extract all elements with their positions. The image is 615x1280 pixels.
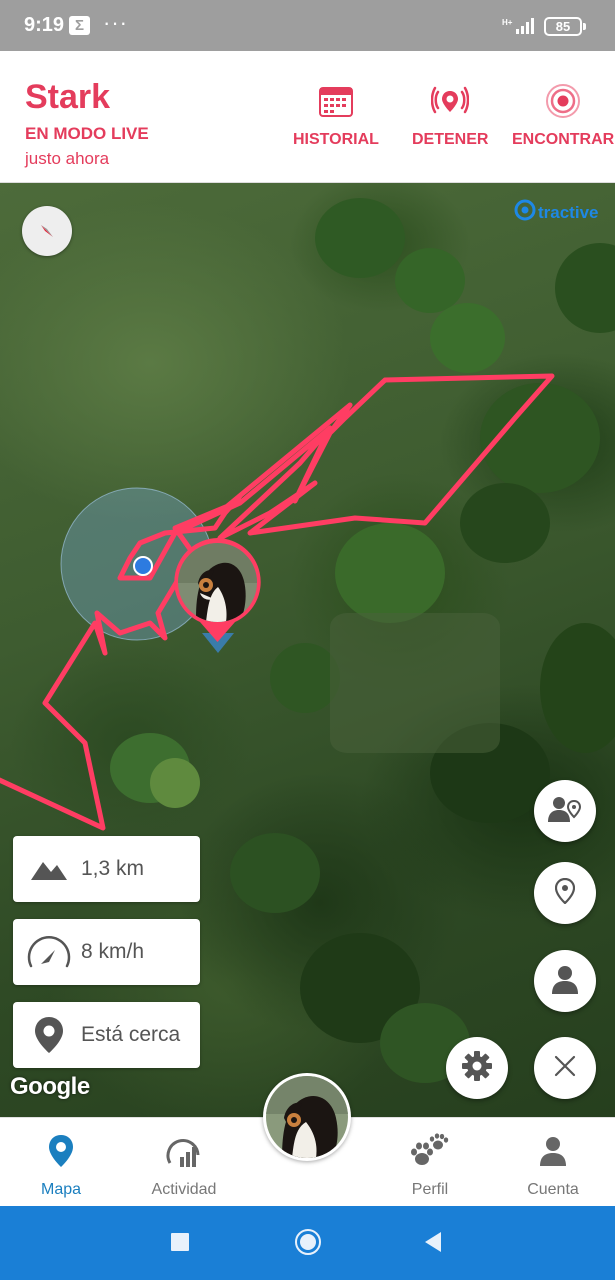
calendar-icon (316, 81, 356, 121)
stop-live-close-button[interactable] (534, 1037, 596, 1099)
sigma-icon: Σ (69, 16, 90, 35)
encontrar-button[interactable]: ENCONTRAR (512, 81, 614, 149)
gear-icon (462, 1050, 492, 1086)
distance-value: 1,3 km (81, 857, 145, 880)
speed-card: 8 km/h (13, 919, 200, 985)
tractive-logo: tractive (514, 199, 598, 226)
encontrar-label: ENCONTRAR (512, 131, 615, 148)
detener-label: DETENER (412, 131, 489, 148)
home-button[interactable] (288, 1224, 328, 1264)
historial-button[interactable]: HISTORIAL (293, 81, 379, 149)
more-notifications-icon: ··· (103, 10, 128, 35)
share-location-button[interactable] (534, 780, 596, 842)
proximity-value: Está cerca (81, 1023, 181, 1046)
last-update-time: justo ahora (25, 149, 110, 168)
share-location-icon (548, 795, 582, 828)
map-pin-icon (48, 1133, 74, 1169)
status-bar: 9:19 Σ ··· H+ 85 (0, 0, 615, 51)
close-icon (553, 1054, 577, 1083)
recents-button[interactable] (160, 1224, 200, 1264)
avatar (266, 1076, 348, 1158)
status-time: 9:19 (24, 14, 65, 36)
proximity-card: Está cerca (13, 1002, 200, 1068)
nav-label-cuenta: Cuenta (527, 1181, 579, 1198)
activity-icon (166, 1133, 202, 1169)
tractive-logo-text: tractive (538, 202, 599, 222)
speedometer-icon (21, 932, 77, 972)
location-pin-icon (554, 877, 576, 909)
back-triangle-icon (423, 1231, 443, 1258)
location-pin-icon (21, 1016, 77, 1054)
user-location-dot (133, 556, 153, 576)
google-attribution: Google (10, 1073, 90, 1100)
nav-item-perfil[interactable]: Perfil (375, 1133, 485, 1199)
battery-icon: 85 (544, 17, 586, 36)
pet-name: Stark (25, 78, 111, 116)
compass-icon[interactable] (22, 206, 72, 256)
person-icon (550, 964, 580, 999)
back-button[interactable] (413, 1224, 453, 1264)
pet-avatar-button[interactable] (263, 1073, 351, 1161)
mountain-icon (21, 858, 77, 880)
historial-label: HISTORIAL (293, 131, 379, 148)
tractive-logo-icon (514, 199, 536, 226)
system-navigation-bar (0, 1206, 615, 1280)
nav-item-mapa[interactable]: Mapa (6, 1133, 116, 1199)
pet-photo (178, 543, 257, 622)
my-location-button[interactable] (534, 950, 596, 1012)
map-view[interactable]: tractive 1,3 km 8 km/h Está cerca Google (0, 183, 615, 1117)
home-circle-icon (294, 1228, 322, 1261)
speed-value: 8 km/h (81, 940, 145, 963)
nav-item-actividad[interactable]: Actividad (129, 1133, 239, 1199)
signal-icon: H+ (502, 17, 536, 40)
live-mode-status: EN MODO LIVE (25, 124, 149, 143)
nav-label-actividad: Actividad (151, 1181, 217, 1198)
pet-location-marker[interactable] (171, 536, 264, 644)
paw-icon (410, 1133, 450, 1169)
nav-label-mapa: Mapa (40, 1181, 82, 1198)
locate-pet-button[interactable] (534, 862, 596, 924)
nav-label-perfil: Perfil (411, 1181, 449, 1198)
live-stop-icon (430, 81, 470, 121)
distance-card: 1,3 km (13, 836, 200, 902)
map-settings-button[interactable] (446, 1037, 508, 1099)
nav-item-cuenta[interactable]: Cuenta (498, 1133, 608, 1199)
detener-button[interactable]: DETENER (412, 81, 488, 149)
find-target-icon (543, 81, 583, 121)
network-type: H+ (502, 18, 513, 27)
app-header: Stark EN MODO LIVE justo ahora HISTORIAL (0, 51, 615, 183)
square-icon (170, 1232, 190, 1257)
account-icon (539, 1133, 567, 1169)
